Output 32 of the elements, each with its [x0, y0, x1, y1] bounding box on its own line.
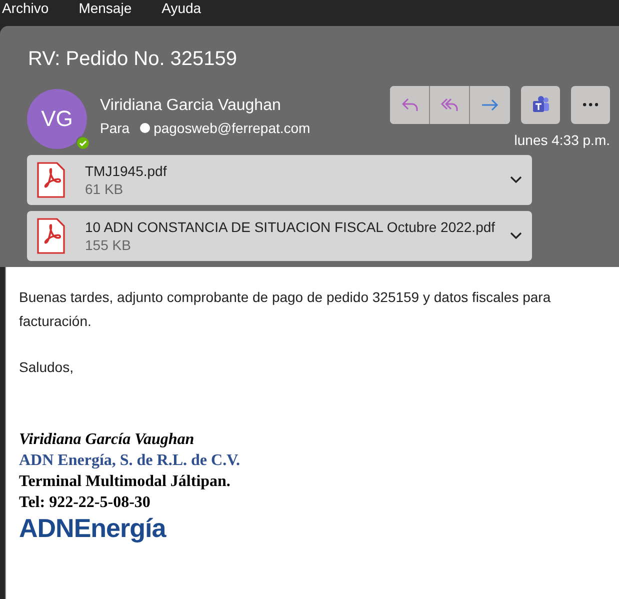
- reply-button[interactable]: [390, 86, 430, 124]
- avatar-initials: VG: [41, 106, 73, 132]
- attachment-name: 10 ADN CONSTANCIA DE SITUACION FISCAL Octubre 2022.pdf: [85, 219, 496, 235]
- menu-item[interactable]: Ayuda: [162, 0, 202, 17]
- more-icon: [582, 103, 598, 107]
- body-paragraph: Saludos,: [19, 358, 74, 377]
- menu-item[interactable]: Archivo: [2, 0, 49, 17]
- attachment-card[interactable]: 10 ADN CONSTANCIA DE SITUACION FISCAL Octubre 2022.pdf 155 KB: [27, 211, 532, 261]
- sender-name: Viridiana Garcia Vaughan: [100, 97, 282, 115]
- signature-name: Viridiana García Vaughan: [19, 430, 196, 450]
- more-options-button[interactable]: [571, 86, 610, 124]
- to-label: Para: [100, 120, 130, 136]
- signature-company: ADN Energía, S. de R.L. de C.V.: [19, 451, 242, 471]
- chevron-down-icon[interactable]: [510, 232, 522, 240]
- contact-status-icon: [140, 123, 150, 133]
- signature-location: Terminal Multimodal Jáltipan.: [19, 472, 232, 492]
- message-subject: RV: Pedido No. 325159: [28, 48, 238, 71]
- attachment-name: TMJ1945.pdf: [85, 163, 167, 179]
- body-paragraph: Buenas tardes, adjunto comprobante de pago de pedido 325159 y datos fiscales para facturación.: [19, 288, 552, 331]
- attachment-card[interactable]: TMJ1945.pdf 61 KB: [27, 155, 532, 205]
- pdf-file-icon: [37, 218, 65, 254]
- menu-item[interactable]: Mensaje: [78, 0, 132, 17]
- pdf-file-icon: [37, 162, 65, 198]
- signature-phone: Tel: 922-22-5-08-30: [19, 493, 152, 513]
- chevron-down-icon[interactable]: [510, 176, 522, 184]
- message-date: lunes 4:33 p.m.: [514, 132, 610, 148]
- teams-icon: [530, 95, 550, 115]
- attachment-size: 61 KB: [85, 181, 124, 197]
- recipient-address[interactable]: pagosweb@ferrepat.com: [154, 120, 310, 136]
- teams-button[interactable]: [521, 86, 560, 124]
- company-logo: ADNEnergía: [19, 513, 168, 543]
- attachment-size: 155 KB: [85, 237, 132, 253]
